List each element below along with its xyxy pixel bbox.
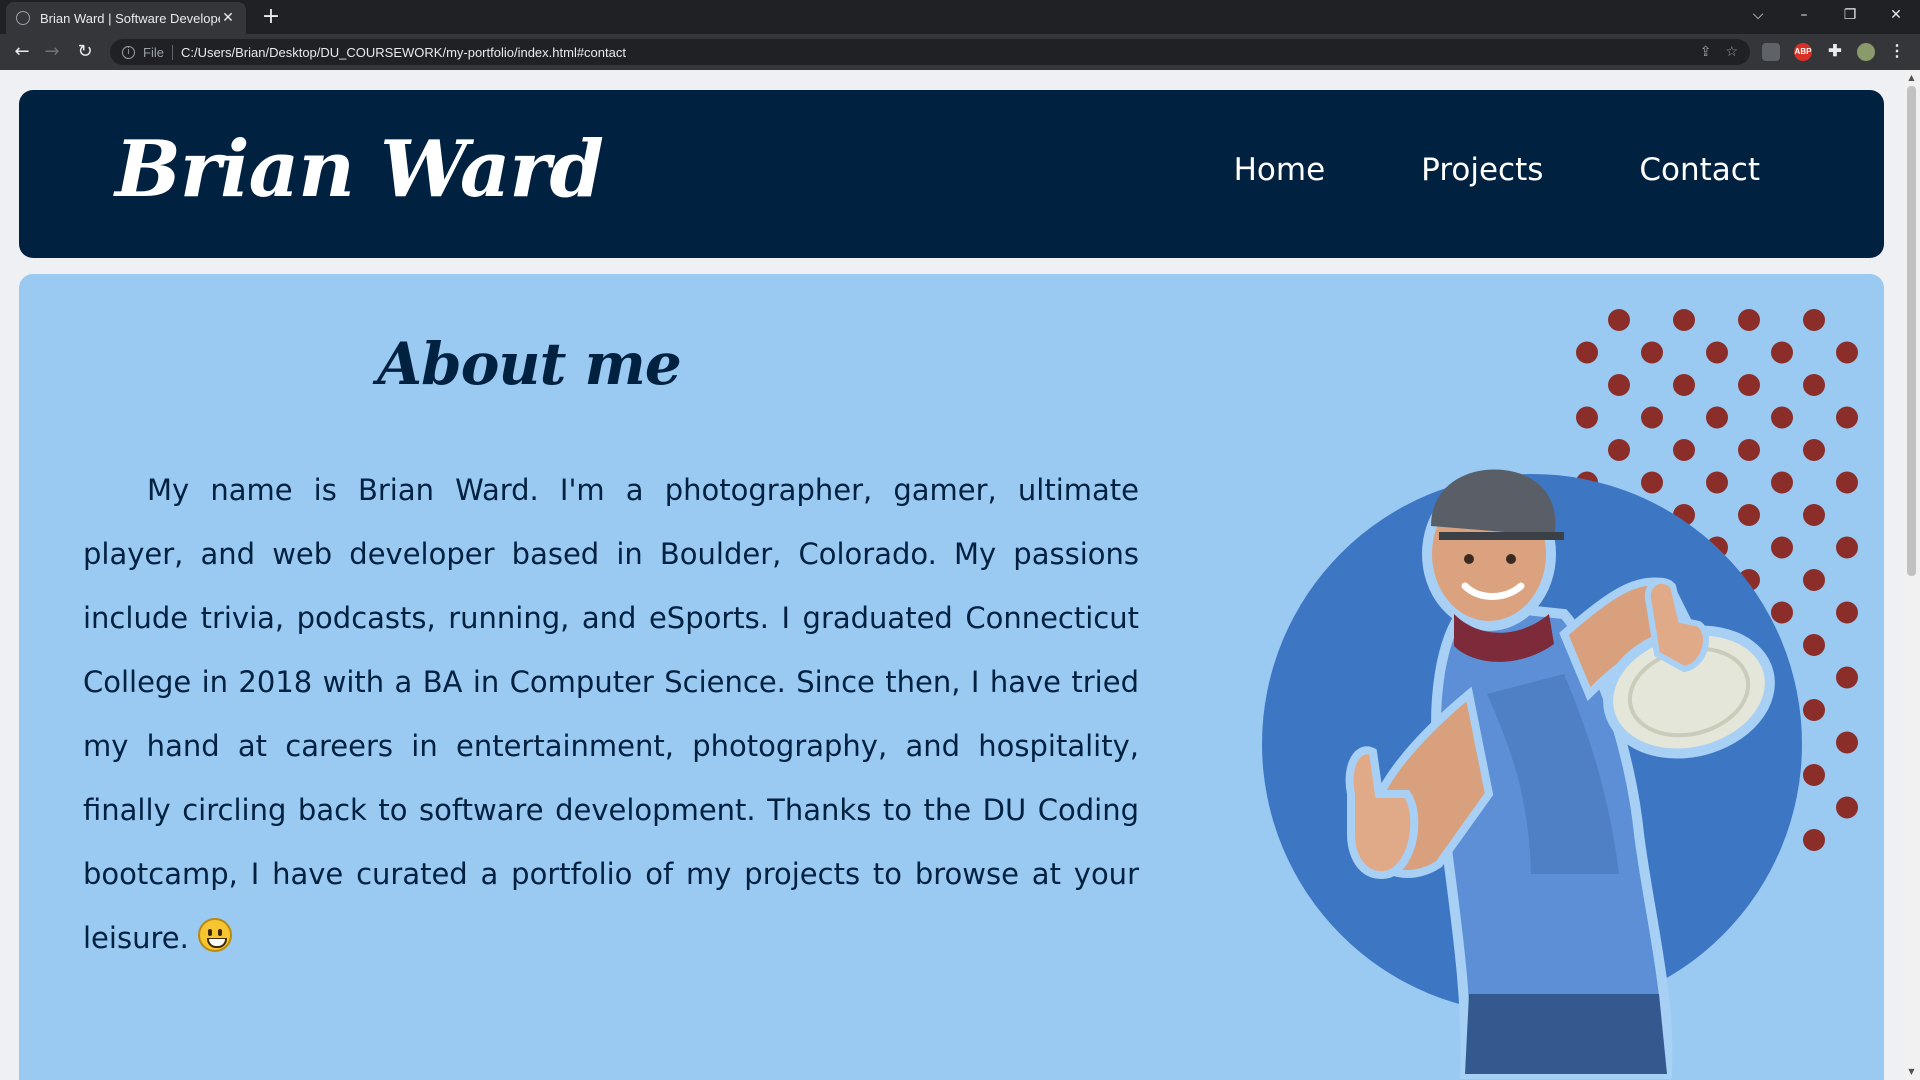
tab-title: Brian Ward | Software Developer: [40, 10, 220, 26]
bookmark-star-icon[interactable]: ☆: [1725, 44, 1738, 60]
page-scrollbar[interactable]: ▲ ▼: [1903, 70, 1920, 1080]
decorative-dot: [1803, 829, 1825, 851]
nav-contact-link[interactable]: Contact: [1639, 152, 1760, 188]
minimize-button[interactable]: –: [1781, 0, 1827, 30]
share-icon[interactable]: ⇪: [1700, 44, 1712, 60]
decorative-dot: [1673, 309, 1695, 331]
back-icon[interactable]: ←: [10, 40, 34, 64]
decorative-dot: [1673, 439, 1695, 461]
decorative-dot: [1803, 764, 1825, 786]
decorative-dot: [1771, 601, 1793, 624]
scrollbar-thumb[interactable]: [1907, 86, 1916, 576]
decorative-dot: [1836, 341, 1858, 364]
site-header: Brian Ward Home Projects Contact: [19, 90, 1884, 258]
browser-tab[interactable]: Brian Ward | Software Developer ✕: [6, 2, 246, 34]
decorative-dot: [1576, 341, 1598, 364]
decorative-dot: [1738, 374, 1760, 396]
extension-icon[interactable]: [1762, 43, 1780, 61]
globe-icon: [16, 11, 30, 25]
about-paragraph: My name is Brian Ward. I'm a photographe…: [83, 458, 1139, 970]
close-tab-icon[interactable]: ✕: [220, 10, 236, 26]
address-bar[interactable]: i File C:/Users/Brian/Desktop/DU_COURSEW…: [110, 39, 1750, 65]
grinning-face-emoji-icon: [198, 918, 233, 952]
decorative-dot: [1803, 439, 1825, 461]
scroll-down-icon[interactable]: ▼: [1903, 1064, 1920, 1080]
nav-projects-link[interactable]: Projects: [1421, 152, 1543, 188]
nav-home-link[interactable]: Home: [1234, 152, 1326, 188]
decorative-dot: [1803, 634, 1825, 656]
main-nav: Home Projects Contact: [1234, 152, 1760, 188]
about-section: About me My name is Brian Ward. I'm a ph…: [19, 274, 1884, 1080]
info-icon[interactable]: i: [122, 45, 135, 59]
decorative-dot: [1836, 406, 1858, 429]
decorative-dot: [1576, 406, 1598, 429]
new-tab-button[interactable]: +: [258, 4, 284, 30]
decorative-dot: [1771, 406, 1793, 429]
decorative-dot: [1608, 439, 1630, 461]
decorative-dot: [1608, 309, 1630, 331]
url-scheme: File: [143, 44, 173, 60]
decorative-dot: [1803, 569, 1825, 591]
about-paragraph-text: My name is Brian Ward. I'm a photographe…: [83, 473, 1139, 955]
decorative-dot: [1803, 699, 1825, 721]
decorative-dot: [1706, 341, 1728, 364]
page-viewport: Brian Ward Home Projects Contact About m…: [0, 70, 1903, 1080]
decorative-dot: [1836, 731, 1858, 754]
decorative-dot: [1836, 796, 1858, 819]
decorative-dot: [1836, 536, 1858, 559]
profile-photo-illustration: [1262, 309, 1858, 1079]
decorative-dot: [1706, 471, 1728, 494]
close-window-button[interactable]: ✕: [1873, 0, 1919, 30]
decorative-dot: [1738, 439, 1760, 461]
decorative-dot: [1803, 374, 1825, 396]
puzzle-extensions-icon[interactable]: ✚: [1826, 43, 1844, 61]
adblock-icon[interactable]: ABP: [1794, 43, 1812, 61]
decorative-dot: [1771, 471, 1793, 494]
site-logo[interactable]: Brian Ward: [115, 124, 604, 215]
decorative-dot: [1738, 504, 1760, 526]
restore-button[interactable]: ❐: [1827, 0, 1873, 30]
about-title: About me: [377, 330, 682, 398]
decorative-dot: [1836, 666, 1858, 689]
decorative-dot: [1836, 601, 1858, 624]
decorative-dot: [1803, 309, 1825, 331]
decorative-dot: [1641, 341, 1663, 364]
decorative-dot: [1608, 374, 1630, 396]
tab-search-icon[interactable]: ⌵: [1735, 0, 1781, 30]
decorative-dot: [1836, 471, 1858, 494]
url-text[interactable]: C:/Users/Brian/Desktop/DU_COURSEWORK/my-…: [181, 45, 1686, 60]
decorative-dot: [1771, 536, 1793, 559]
decorative-dot: [1803, 504, 1825, 526]
decorative-dot: [1771, 341, 1793, 364]
decorative-dot: [1738, 309, 1760, 331]
scroll-up-icon[interactable]: ▲: [1903, 70, 1920, 86]
decorative-dot: [1641, 471, 1663, 494]
decorative-dot: [1641, 406, 1663, 429]
reload-icon[interactable]: ↻: [73, 40, 97, 64]
decorative-dot: [1706, 406, 1728, 429]
decorative-dot: [1673, 374, 1695, 396]
browser-tab-bar: Brian Ward | Software Developer ✕ + ⌵ – …: [0, 0, 1920, 34]
forward-icon[interactable]: →: [40, 40, 64, 64]
browser-toolbar: ← → ↻ i File C:/Users/Brian/Desktop/DU_C…: [0, 34, 1920, 70]
profile-avatar[interactable]: [1857, 43, 1875, 61]
menu-kebab-icon[interactable]: ⋮: [1888, 43, 1906, 61]
